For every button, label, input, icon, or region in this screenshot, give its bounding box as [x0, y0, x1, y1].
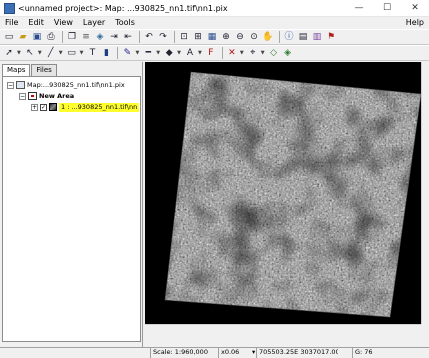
layer-manager-icon[interactable]: ▥: [311, 31, 323, 43]
area-label: New Area: [39, 92, 75, 100]
pen-color-icon[interactable]: ✎: [121, 47, 133, 59]
window-title: <unnamed project>: Map: ...930825_nn1.ti…: [18, 3, 228, 13]
delete-vertex-icon[interactable]: ✕: [226, 47, 238, 59]
text-icon[interactable]: T: [86, 47, 98, 59]
flag-icon[interactable]: ⚑: [325, 31, 337, 43]
menu-file[interactable]: File: [0, 17, 23, 29]
save-icon[interactable]: ▣: [31, 31, 43, 43]
line-icon[interactable]: ╱: [45, 47, 57, 59]
close-button[interactable]: ✕: [401, 0, 429, 17]
vertical-scrollbar[interactable]: [421, 62, 429, 324]
zoom-box-icon[interactable]: ⊡: [178, 31, 190, 43]
select-arrow-icon[interactable]: ➚: [3, 47, 15, 59]
import-icon[interactable]: ⇤: [122, 31, 134, 43]
satellite-image: [145, 62, 422, 324]
raster-layer-icon: [49, 103, 57, 111]
redo-icon[interactable]: ↷: [157, 31, 169, 43]
add-layer-icon[interactable]: ◈: [282, 47, 294, 59]
map-tree: − Map:...930825_nn1.tif\nn1.pix − New Ar…: [2, 76, 141, 342]
menu-tools[interactable]: Tools: [110, 17, 140, 29]
export-icon[interactable]: ⇥: [108, 31, 120, 43]
app-icon: [4, 2, 15, 14]
open-icon[interactable]: ▰: [17, 31, 29, 43]
font-icon[interactable]: F: [205, 47, 217, 59]
map-viewer[interactable]: [145, 62, 422, 324]
tree-node-area[interactable]: − New Area: [19, 91, 74, 101]
new-icon[interactable]: ▭: [3, 31, 15, 43]
minimize-button[interactable]: —: [345, 0, 373, 17]
menu-edit[interactable]: Edit: [23, 17, 49, 29]
menu-help[interactable]: Help: [401, 17, 429, 29]
maps-panel: Maps Files − Map:...930825_nn1.tif\nn1.p…: [0, 62, 143, 347]
pointer-edit-icon[interactable]: ↖: [24, 47, 36, 59]
tree-node-layer[interactable]: + ✓ 1 : ...930825_nn1.tif\nn: [31, 102, 140, 112]
layer-label: 1 : ...930825_nn1.tif\nn: [59, 102, 140, 112]
tree-node-map[interactable]: − Map:...930825_nn1.tif\nn1.pix: [7, 80, 125, 90]
drawing-toolbar: ➚ ▼ ↖ ▼ ╱ ▼ ▭ ▼ T ▮ ✎ ▼ ━ ▼ ◆ ▼ A ▼ F ✕ …: [0, 45, 429, 61]
collapse-icon[interactable]: −: [7, 81, 14, 89]
main-toolbar: ▭ ▰ ▣ ⎙ ❐ ≡ ◈ ⇥ ⇤ ↶ ↷ ⊡ ⊞ ▦ ⊕ ⊖ ⊙ ✋ ⓘ ▤ …: [0, 29, 429, 45]
collapse-icon[interactable]: −: [19, 92, 26, 100]
note-icon[interactable]: ▮: [100, 47, 112, 59]
zoom-in-icon[interactable]: ⊕: [220, 31, 232, 43]
status-bar: Scale: 1:960,000 x0.06 ▾ 705503.25E 3037…: [0, 347, 429, 358]
map-icon: [16, 81, 25, 89]
snap-icon[interactable]: ⌖: [247, 47, 259, 59]
tab-maps[interactable]: Maps: [2, 64, 31, 76]
tab-files[interactable]: Files: [31, 64, 57, 76]
title-bar: <unnamed project>: Map: ...930825_nn1.ti…: [0, 0, 429, 17]
zoom-out-icon[interactable]: ⊖: [234, 31, 246, 43]
menu-layer[interactable]: Layer: [78, 17, 110, 29]
zoom-layer-icon[interactable]: ▦: [206, 31, 218, 43]
menu-bar: File Edit View Layer Tools Help: [0, 17, 429, 29]
table-icon[interactable]: ▤: [297, 31, 309, 43]
map-label: Map:...930825_nn1.tif\nn1.pix: [27, 81, 125, 89]
area-icon: [28, 92, 37, 100]
print-icon[interactable]: ⎙: [45, 31, 57, 43]
panel-tabs: Maps Files: [2, 64, 58, 76]
stack-icon[interactable]: ◈: [94, 31, 106, 43]
line-style-icon[interactable]: ━: [142, 47, 154, 59]
layer-visibility-checkbox[interactable]: ✓: [40, 103, 47, 111]
horizontal-scrollbar[interactable]: [145, 324, 421, 332]
copy-icon[interactable]: ❐: [66, 31, 78, 43]
zoom-window-icon[interactable]: ⊞: [192, 31, 204, 43]
maximize-button[interactable]: ☐: [373, 0, 401, 17]
expand-icon[interactable]: +: [31, 103, 38, 111]
menu-view[interactable]: View: [49, 17, 78, 29]
text-color-icon[interactable]: A: [184, 47, 196, 59]
rectangle-icon[interactable]: ▭: [66, 47, 78, 59]
database-icon[interactable]: ≡: [80, 31, 92, 43]
info-icon[interactable]: ⓘ: [283, 31, 295, 43]
pan-icon[interactable]: ✋: [262, 31, 274, 43]
fill-icon[interactable]: ◆: [163, 47, 175, 59]
zoom-1to1-icon[interactable]: ⊙: [248, 31, 260, 43]
undo-icon[interactable]: ↶: [143, 31, 155, 43]
layers-icon[interactable]: ◇: [268, 47, 280, 59]
